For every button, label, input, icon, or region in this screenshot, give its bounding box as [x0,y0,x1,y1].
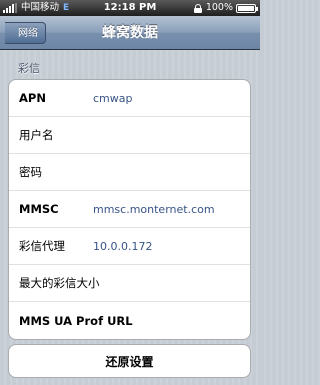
row-label: 用户名 [19,128,54,142]
mms-proxy-field[interactable]: 10.0.0.172 [93,240,152,253]
row-label: MMS UA Prof URL [19,313,133,328]
back-button[interactable]: 网络 [5,22,46,44]
row-mms-proxy[interactable]: 彩信代理 10.0.0.172 [9,228,250,265]
status-bar: 中国移动 E 12:18 PM 100% [0,0,260,16]
row-label: MMSC [19,202,59,216]
reset-settings-button[interactable]: 还原设置 [9,345,250,377]
section-header: 彩信 [18,62,40,75]
row-label: APN [19,91,46,105]
apn-field[interactable]: cmwap [93,92,132,105]
row-label: 最大的彩信大小 [19,276,100,290]
navigation-bar: 蜂窝数据 网络 [0,16,260,50]
mmsc-field[interactable]: mmsc.monternet.com [93,203,215,216]
row-mms-ua-prof-url[interactable]: MMS UA Prof URL [9,302,250,339]
row-apn[interactable]: APN cmwap [9,80,250,117]
row-max-mms-size[interactable]: 最大的彩信大小 [9,265,250,302]
row-username[interactable]: 用户名 [9,117,250,154]
row-label: 密码 [19,165,42,179]
reset-group: 还原设置 [8,344,251,378]
battery-icon [236,3,258,13]
battery-percent: 100% [205,2,233,13]
status-right: 100% [193,0,258,16]
lock-icon [193,3,202,13]
row-label: 彩信代理 [19,239,65,253]
row-mmsc[interactable]: MMSC mmsc.monternet.com [9,191,250,228]
mms-settings-group: APN cmwap 用户名 密码 MMSC mmsc.monternet.com… [8,79,251,340]
row-password[interactable]: 密码 [9,154,250,191]
back-button-label: 网络 [18,28,38,39]
